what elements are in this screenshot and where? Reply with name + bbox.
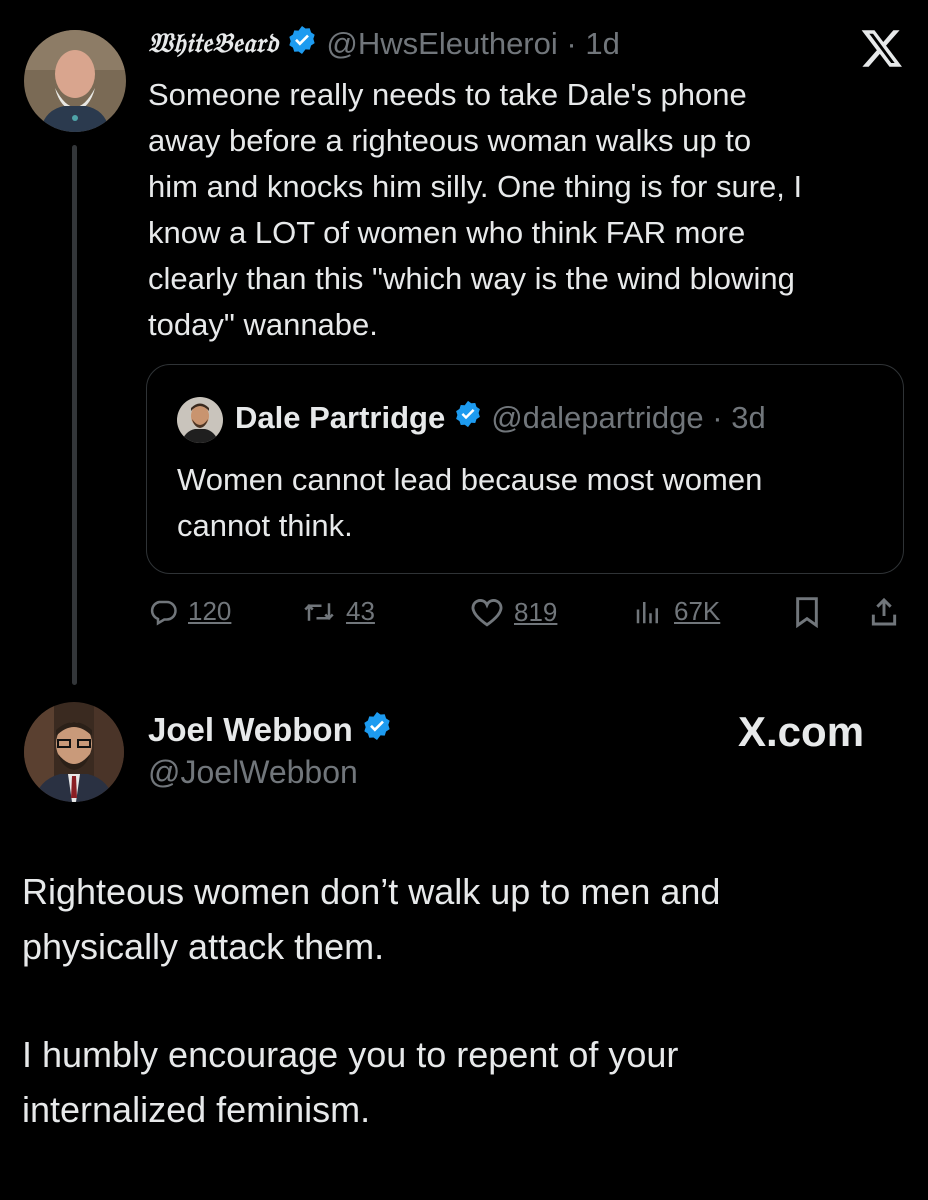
dot-separator: · [703, 400, 732, 435]
avatar-dale-partridge[interactable] [177, 397, 223, 443]
share-button[interactable] [868, 596, 900, 628]
tweet1-line: him and knocks him silly. One thing is f… [148, 169, 803, 204]
views-count[interactable]: 67K [674, 596, 720, 627]
xcom-brand: X.com [738, 708, 864, 756]
reply-count[interactable]: 120 [188, 596, 231, 627]
reply-icon [148, 597, 178, 627]
tweet1-line: know a LOT of women who think FAR more [148, 215, 746, 250]
avatar-whitebeard[interactable] [24, 30, 126, 132]
tweet1-line: clearly than this "which way is the wind… [148, 261, 795, 296]
verified-badge-icon [361, 710, 393, 750]
quoted-line: cannot think. [177, 508, 353, 543]
tweet1-display-name[interactable]: 𝔚𝔥𝔦𝔱𝔢𝔅𝔢𝔞𝔯𝔡 [148, 28, 278, 60]
like-button[interactable]: 819 [470, 596, 557, 628]
tweet1-action-bar: 120 43 819 67K [146, 596, 906, 640]
quoted-display-name[interactable]: Dale Partridge [235, 400, 445, 436]
avatar-joel-webbon[interactable] [24, 702, 124, 802]
bookmark-button[interactable] [792, 596, 822, 628]
tweet2-display-name[interactable]: Joel Webbon [148, 711, 353, 749]
heart-icon [470, 596, 504, 628]
tweet1-time[interactable]: 1d [585, 26, 619, 62]
quoted-tweet-text: Women cannot lead because most women can… [177, 457, 877, 549]
tweet2-name-row: Joel Webbon [148, 710, 401, 750]
retweet-count[interactable]: 43 [346, 596, 375, 627]
tweet1-text: Someone really needs to take Dale's phon… [148, 72, 918, 348]
retweet-icon [302, 597, 336, 627]
tweet2-handle[interactable]: @JoelWebbon [148, 754, 358, 791]
quoted-tweet-card[interactable]: Dale Partridge @dalepartridge · 3d Women… [146, 364, 904, 574]
bookmark-icon [792, 596, 822, 628]
tweet1-header: 𝔚𝔥𝔦𝔱𝔢𝔅𝔢𝔞𝔯𝔡 @HwsEleutheroi · 1d [148, 24, 620, 64]
tweet2-line: internalized feminism. [22, 1089, 371, 1130]
verified-badge-icon [286, 24, 318, 64]
tweet1-line: Someone really needs to take Dale's phon… [148, 77, 747, 112]
verified-badge-icon [453, 399, 483, 437]
tweet2-line: Righteous women don’t walk up to men and [22, 871, 721, 912]
reply-button[interactable]: 120 [148, 596, 231, 627]
tweet1-line: today" wannabe. [148, 307, 378, 342]
tweet1-handle[interactable]: @HwsEleutheroi [326, 26, 557, 62]
x-logo-icon[interactable] [860, 26, 904, 70]
like-count[interactable]: 819 [514, 597, 557, 628]
tweet2-line: physically attack them. [22, 926, 385, 967]
tweet2-text: Righteous women don’t walk up to men and… [22, 864, 902, 1137]
xcom-text: X.com [738, 708, 865, 755]
quoted-handle[interactable]: @dalepartridge [491, 400, 703, 436]
tweet1-line: away before a righteous woman walks up t… [148, 123, 752, 158]
quoted-tweet-header: Dale Partridge @dalepartridge · 3d [235, 399, 766, 437]
share-icon [868, 596, 900, 628]
tweet2-line: I humbly encourage you to repent of your [22, 1034, 679, 1075]
retweet-button[interactable]: 43 [302, 596, 375, 627]
thread-line [72, 145, 77, 685]
views-button[interactable]: 67K [632, 596, 720, 627]
quoted-time[interactable]: 3d [731, 400, 765, 436]
quoted-line: Women cannot lead because most women [177, 462, 763, 497]
views-icon [632, 597, 664, 627]
dot-separator: · [557, 26, 586, 61]
